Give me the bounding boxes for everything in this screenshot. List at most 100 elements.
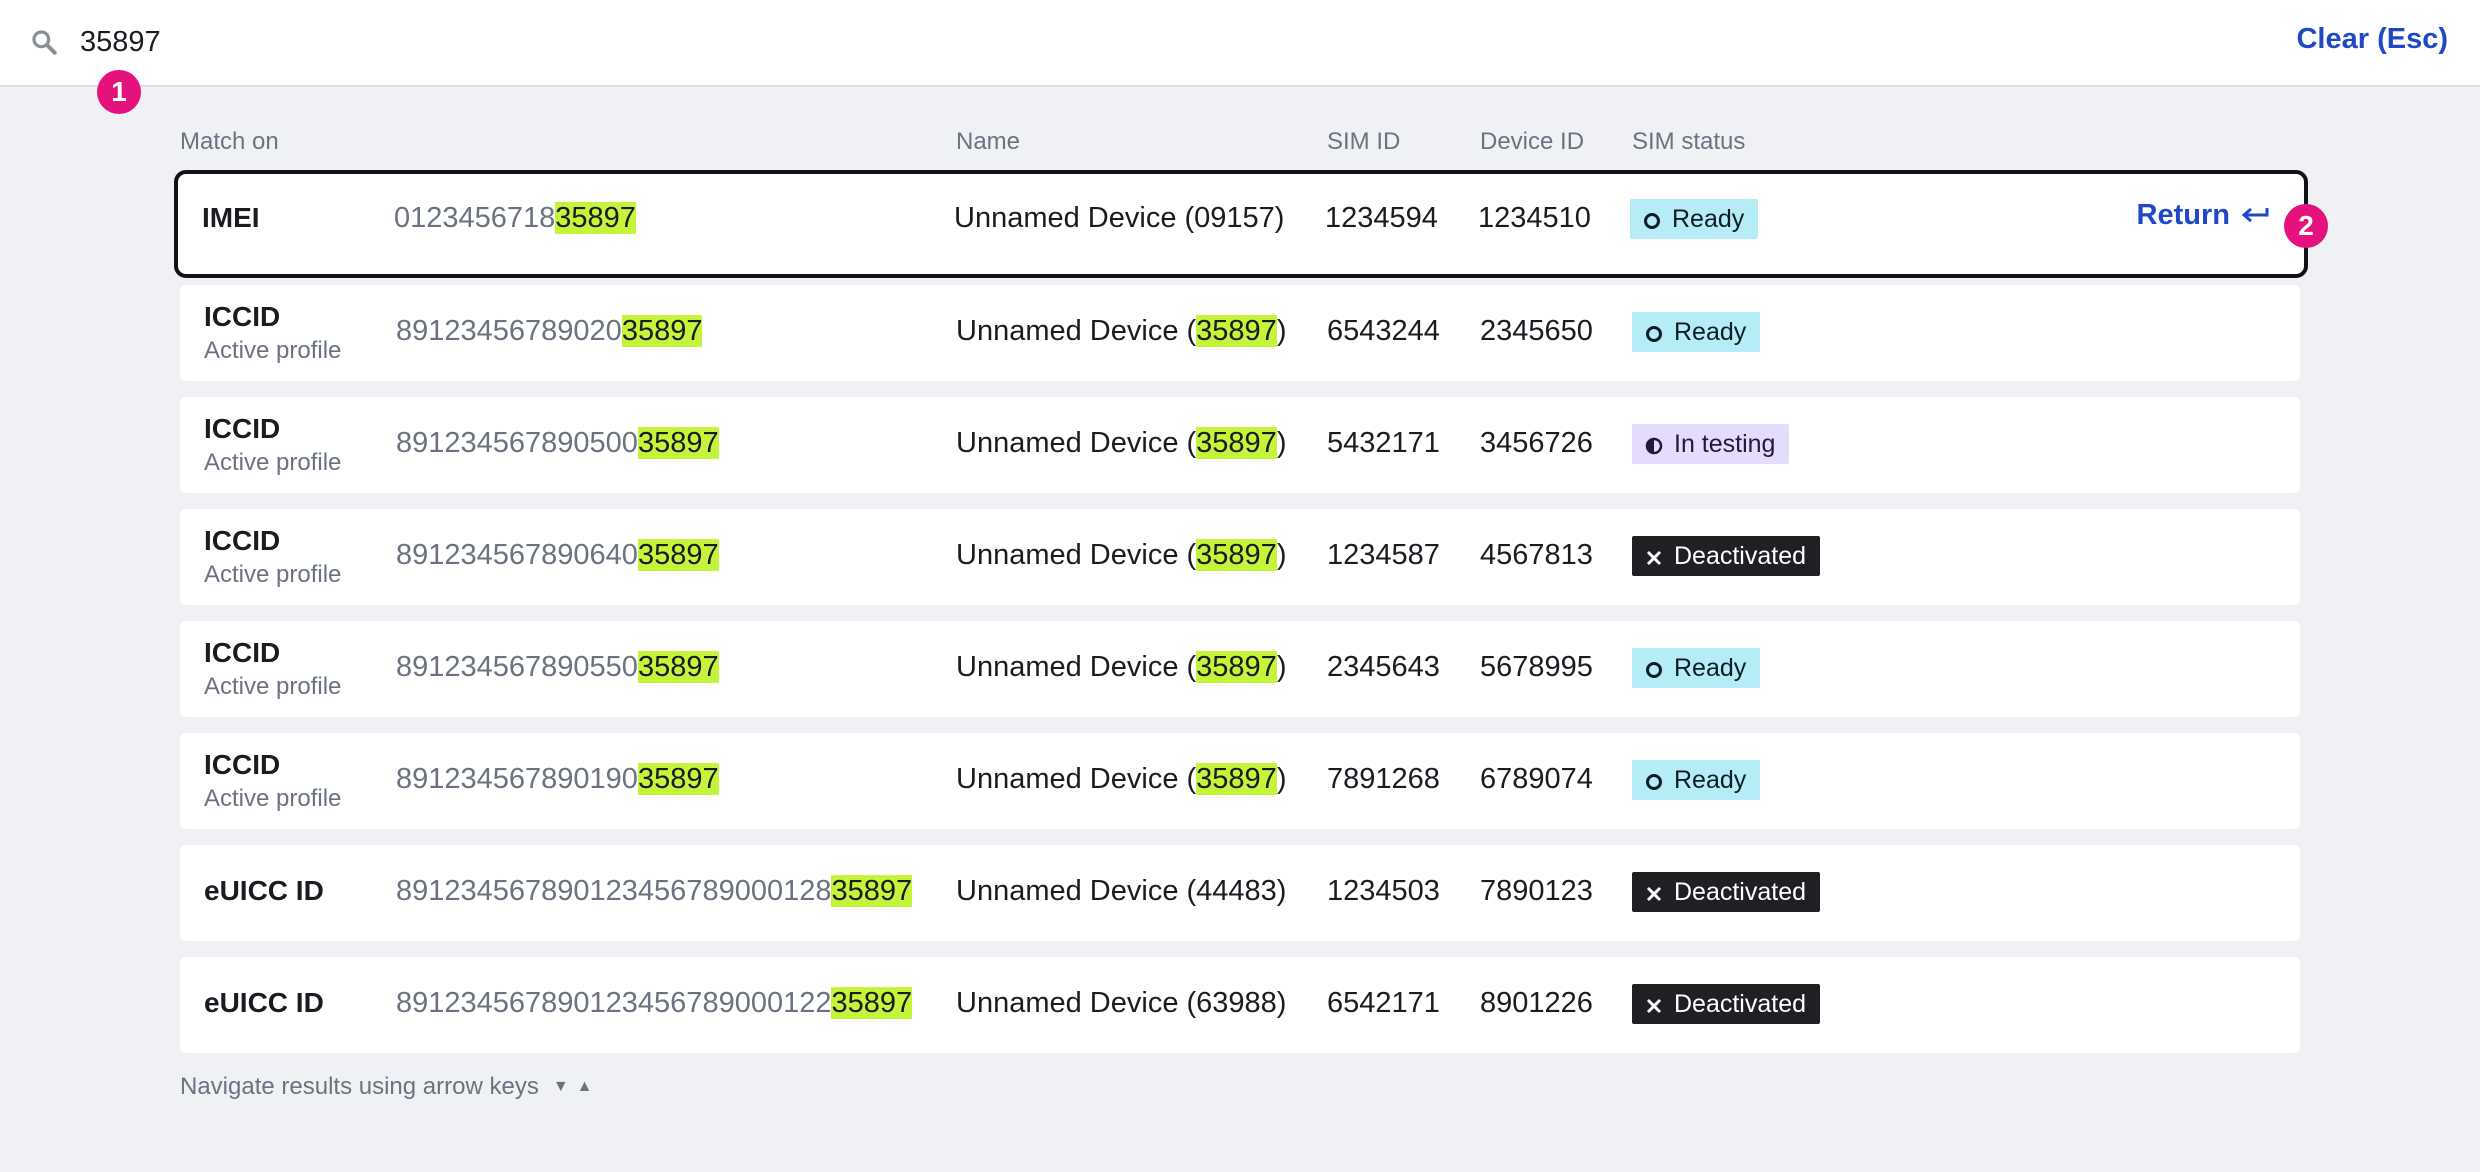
- ring-icon: [1642, 209, 1662, 229]
- device-name: Unnamed Device (35897): [956, 651, 1286, 684]
- status-label: Ready: [1674, 653, 1747, 682]
- footer-hint-text: Navigate results using arrow keys: [180, 1073, 539, 1100]
- clear-button[interactable]: Clear (Esc): [2296, 23, 2448, 56]
- match-highlight: 35897: [831, 987, 913, 1019]
- status-badge: Deactivated: [1632, 872, 1821, 912]
- step-marker-2: 2: [2284, 204, 2328, 248]
- match-type: ICCID: [204, 525, 281, 556]
- ring-icon: [1644, 658, 1664, 678]
- match-value: 89123456789012345678900012835897: [396, 875, 913, 908]
- device-id: 3456726: [1480, 427, 1593, 459]
- status-label: Deactivated: [1674, 989, 1807, 1018]
- match-subtype: Active profile: [204, 337, 342, 364]
- device-name-text: Unnamed Device (: [956, 427, 1197, 459]
- device-name-text: Unnamed Device (44483): [956, 875, 1287, 907]
- sim-id: 6542171: [1327, 987, 1440, 1019]
- match-subtype: Active profile: [204, 449, 342, 476]
- match-highlight: 35897: [555, 202, 636, 234]
- result-row[interactable]: ICCID Active profile 89123456789019035897 U…: [180, 733, 2300, 829]
- result-row[interactable]: eUICC ID 89123456789012345678900012235897…: [180, 957, 2300, 1053]
- result-row[interactable]: eUICC ID 89123456789012345678900012835897…: [180, 845, 2300, 941]
- device-name-text: Unnamed Device (: [956, 763, 1197, 795]
- status-label: Deactivated: [1674, 541, 1807, 570]
- x-icon: [1644, 994, 1664, 1014]
- column-header-sim-status: SIM status: [1632, 128, 1746, 155]
- result-row[interactable]: ICCID Active profile 89123456789050035897 U…: [180, 397, 2300, 493]
- column-header-sim-id: SIM ID: [1327, 128, 1401, 155]
- status-badge: Ready: [1630, 199, 1759, 239]
- match-value: 89123456789050035897: [396, 427, 719, 460]
- x-icon: [1644, 546, 1664, 566]
- device-name: Unnamed Device (35897): [956, 315, 1286, 348]
- column-header-device-id: Device ID: [1480, 128, 1585, 155]
- return-button[interactable]: Return: [2137, 199, 2270, 232]
- match-value: 8912345678902035897: [396, 315, 703, 348]
- match-type: ICCID: [204, 301, 281, 332]
- match-subtype: Active profile: [204, 673, 342, 700]
- match-highlight: 35897: [1196, 763, 1277, 795]
- status-badge: Deactivated: [1632, 984, 1821, 1024]
- match-highlight: 35897: [637, 427, 719, 459]
- match-value-prefix: 891234567890640: [396, 539, 638, 571]
- device-id: 7890123: [1480, 875, 1593, 907]
- ring-icon: [1644, 322, 1664, 342]
- match-highlight: 35897: [637, 763, 719, 795]
- status-badge: In testing: [1632, 424, 1790, 464]
- match-subtype: Active profile: [204, 785, 342, 812]
- device-name-suffix: ): [1276, 651, 1287, 683]
- match-type: IMEI: [202, 202, 260, 233]
- match-value-prefix: 89123456789020: [396, 315, 622, 347]
- arrow-up-icon: ▲: [576, 1078, 593, 1095]
- result-row[interactable]: IMEI 012345671835897 Unnamed Device (09157…: [174, 170, 2308, 278]
- result-row[interactable]: ICCID Active profile 891234567890640 35897 U…: [180, 509, 2300, 605]
- sim-id: 6543244: [1327, 315, 1440, 347]
- result-row[interactable]: ICCID Active profile 89123456789055035897 U…: [180, 621, 2300, 717]
- match-type: ICCID: [204, 413, 281, 444]
- sim-id: 5432171: [1327, 427, 1440, 459]
- match-highlight: 35897: [1196, 651, 1277, 683]
- device-name-suffix: ): [1276, 427, 1287, 459]
- arrow-down-icon: ▼: [552, 1078, 569, 1095]
- device-name: Unnamed Device (09157): [954, 202, 1284, 235]
- match-value-prefix: 891234567890500: [396, 427, 638, 459]
- status-badge: Ready: [1632, 312, 1761, 352]
- return-arrow-icon: [2241, 207, 2269, 222]
- device-id: 6789074: [1480, 763, 1593, 795]
- status-label: Ready: [1674, 317, 1747, 346]
- status-badge: Ready: [1632, 648, 1761, 688]
- sim-id: 2345643: [1327, 651, 1440, 683]
- device-id: 2345650: [1480, 315, 1593, 347]
- result-row[interactable]: ICCID Active profile 8912345678902035897 Un…: [180, 285, 2300, 381]
- match-type: ICCID: [204, 749, 281, 780]
- device-name-suffix: ): [1276, 315, 1287, 347]
- match-highlight: 35897: [1196, 315, 1277, 347]
- match-value-prefix: 891234567890123456789000128: [396, 875, 832, 907]
- device-id: 4567813: [1480, 539, 1593, 571]
- match-value-prefix: 891234567890123456789000122: [396, 987, 832, 1019]
- search-input[interactable]: [80, 18, 1880, 66]
- match-value-prefix: 0123456718: [394, 202, 556, 234]
- device-name-suffix: ): [1276, 539, 1287, 571]
- return-label: Return: [2136, 199, 2230, 231]
- half-circle-icon: [1644, 434, 1664, 455]
- sim-id: 1234594: [1325, 202, 1438, 234]
- search-icon: [32, 30, 57, 55]
- match-highlight: 35897: [621, 315, 703, 347]
- status-badge: Ready: [1632, 760, 1761, 800]
- device-name: Unnamed Device (35897): [956, 539, 1286, 572]
- device-name: Unnamed Device (44483): [956, 875, 1286, 908]
- match-value: 89123456789019035897: [396, 763, 719, 796]
- match-highlight: 35897: [1196, 539, 1277, 571]
- match-value-prefix: 891234567890550: [396, 651, 638, 683]
- device-name-text: Unnamed Device (: [956, 651, 1197, 683]
- match-highlight: 35897: [1196, 427, 1277, 459]
- match-value: 012345671835897: [394, 202, 636, 235]
- status-badge: Deactivated: [1632, 536, 1821, 576]
- match-highlight: 35897: [831, 875, 913, 907]
- ring-icon: [1644, 770, 1664, 790]
- search-bar: Clear (Esc): [0, 0, 2480, 87]
- match-value: 89123456789012345678900012235897: [396, 987, 913, 1020]
- status-label: Ready: [1672, 204, 1745, 233]
- match-value-prefix: 891234567890190: [396, 763, 638, 795]
- match-subtype: Active profile: [204, 561, 342, 588]
